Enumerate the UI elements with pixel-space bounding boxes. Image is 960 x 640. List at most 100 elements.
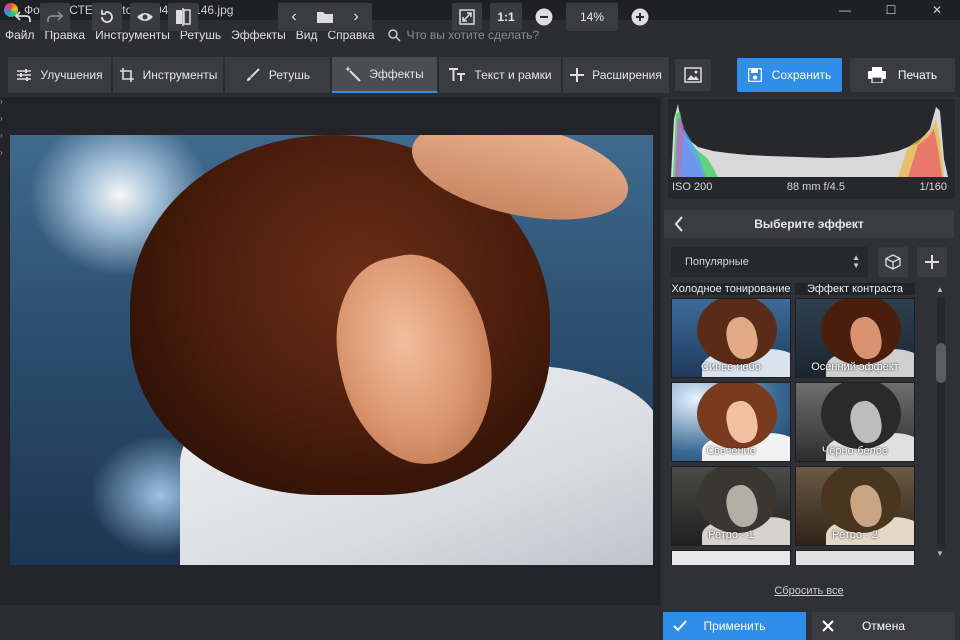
- chevron-right-icon[interactable]: ›: [0, 131, 8, 148]
- rotate-icon: [101, 10, 113, 23]
- text-icon: [449, 68, 466, 81]
- folder-icon[interactable]: [316, 10, 334, 24]
- effect-thumb-glow[interactable]: Свечение: [671, 382, 791, 462]
- plus-icon: [570, 68, 585, 82]
- tab-retouch-label: Ретушь: [268, 68, 311, 82]
- sliders-icon: [17, 69, 32, 81]
- redo-button[interactable]: [40, 3, 70, 31]
- histogram-graph: [671, 104, 948, 177]
- tab-effects-label: Эффекты: [369, 67, 424, 81]
- zoom-in-button[interactable]: [626, 3, 654, 31]
- tab-extensions-label: Расширения: [592, 68, 662, 82]
- iso-value: ISO 200: [672, 181, 713, 193]
- effect-category-value: Популярные: [685, 256, 749, 268]
- zoom-level[interactable]: 14%: [566, 3, 618, 31]
- effect-thumb-partial[interactable]: [795, 550, 915, 565]
- save-label: Сохранить: [771, 68, 832, 82]
- plus-icon: [925, 255, 939, 269]
- close-window-button[interactable]: ✕: [914, 0, 960, 20]
- effects-header: Выберите эффект: [664, 210, 954, 238]
- print-button[interactable]: Печать: [850, 58, 955, 92]
- effect-label: Чёрно-белое: [821, 445, 889, 457]
- eye-icon: [137, 13, 153, 21]
- apply-label: Применить: [703, 619, 766, 633]
- shutter-value: 1/160: [919, 181, 947, 193]
- effect-thumb-retro-2[interactable]: Ретро - 2: [795, 466, 915, 546]
- scroll-track[interactable]: [937, 297, 945, 549]
- effect-thumb-blue-sky[interactable]: Синее небо: [671, 298, 791, 378]
- side-panel-handles[interactable]: › › › ›: [0, 97, 8, 165]
- updown-chevron-icon: ▲ ▼: [852, 253, 860, 270]
- 3d-lut-button[interactable]: [878, 247, 908, 277]
- reset-all-link[interactable]: Сбросить все: [663, 585, 955, 597]
- bottom-toolbar: [0, 608, 660, 640]
- magic-wand-icon: [345, 66, 361, 82]
- cancel-label: Отмена: [861, 619, 906, 633]
- brush-icon: [246, 68, 260, 81]
- main-toolbar: Улучшения Инструменты Ретушь Эффекты Тек…: [0, 55, 960, 95]
- image-icon: [684, 67, 702, 83]
- preview-toggle[interactable]: [130, 3, 160, 31]
- chevron-right-icon[interactable]: ›: [0, 97, 8, 114]
- effect-thumb-partial[interactable]: [671, 550, 791, 565]
- search-icon: [387, 28, 401, 42]
- add-effect-button[interactable]: [917, 247, 947, 277]
- tab-text-frames-label: Текст и рамки: [474, 68, 552, 82]
- effect-label: Ретро - 1: [708, 529, 754, 541]
- compare-button[interactable]: [168, 3, 198, 31]
- cancel-button[interactable]: Отмена: [812, 612, 955, 640]
- check-icon: [673, 620, 687, 632]
- zoom-out-button[interactable]: [530, 3, 558, 31]
- tab-tools[interactable]: Инструменты: [113, 57, 224, 93]
- print-label: Печать: [897, 68, 938, 82]
- effect-thumb-retro-1[interactable]: Ретро - 1: [671, 466, 791, 546]
- printer-icon: [867, 67, 886, 83]
- photo-canvas[interactable]: [10, 135, 653, 565]
- plus-circle-icon: [631, 8, 649, 26]
- close-icon: [822, 620, 834, 632]
- tab-extensions[interactable]: Расширения: [563, 57, 670, 93]
- undo-icon: [15, 11, 31, 22]
- tab-text-frames[interactable]: Текст и рамки: [439, 57, 562, 93]
- tab-enhancements[interactable]: Улучшения: [8, 57, 112, 93]
- effect-caption-contrast: Эффект контраста: [795, 283, 915, 295]
- chevron-left-icon[interactable]: ‹: [280, 8, 308, 26]
- image-info-button[interactable]: [675, 59, 711, 91]
- effect-thumb-autumn[interactable]: Осенний эффект: [795, 298, 915, 378]
- expand-icon: [459, 9, 475, 25]
- save-button[interactable]: Сохранить: [737, 58, 842, 92]
- scroll-thumb[interactable]: [936, 343, 946, 383]
- file-navigator[interactable]: ‹ ›: [278, 3, 372, 31]
- redo-icon: [47, 11, 63, 22]
- apply-button[interactable]: Применить: [663, 612, 806, 640]
- effect-caption-cold-toning: Холодное тонирование: [671, 283, 791, 295]
- tab-retouch[interactable]: Ретушь: [225, 57, 331, 93]
- effects-grid: Холодное тонирование Эффект контраста Си…: [671, 283, 915, 565]
- scroll-down-icon[interactable]: ▼: [936, 549, 944, 558]
- cube-icon: [885, 254, 901, 270]
- back-arrow-icon[interactable]: [674, 216, 684, 232]
- minus-circle-icon: [535, 8, 553, 26]
- chevron-right-icon[interactable]: ›: [0, 114, 8, 131]
- effects-title: Выберите эффект: [754, 217, 864, 231]
- exif-info: ISO 200 88 mm f/4.5 1/160: [668, 181, 955, 197]
- fit-to-screen-button[interactable]: [452, 3, 482, 31]
- chevron-right-icon[interactable]: ›: [0, 148, 8, 165]
- actual-size-button[interactable]: 1:1: [490, 3, 522, 31]
- crop-icon: [119, 68, 134, 82]
- effect-label: Синее небо: [701, 361, 761, 373]
- effect-label: Ретро - 2: [832, 529, 878, 541]
- undo-button[interactable]: [8, 3, 38, 31]
- tab-enhancements-label: Улучшения: [40, 68, 103, 82]
- chevron-right-icon[interactable]: ›: [342, 8, 370, 26]
- tab-effects[interactable]: Эффекты: [332, 57, 438, 93]
- effects-scrollbar[interactable]: ▲ ▼: [933, 283, 949, 565]
- effect-category-select[interactable]: Популярные ▲ ▼: [671, 247, 868, 277]
- rotate-button[interactable]: [92, 3, 122, 31]
- minimize-button[interactable]: —: [822, 0, 868, 20]
- scroll-up-icon[interactable]: ▲: [936, 285, 944, 294]
- floppy-icon: [747, 68, 762, 82]
- effect-thumb-bw[interactable]: Чёрно-белое: [795, 382, 915, 462]
- maximize-button[interactable]: ☐: [868, 0, 914, 20]
- effect-label: Свечение: [706, 445, 756, 457]
